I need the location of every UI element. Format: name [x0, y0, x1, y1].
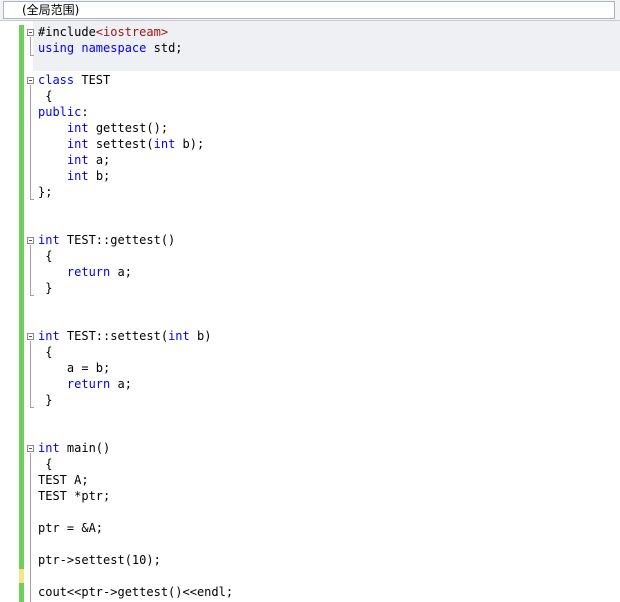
code-line: a = b;: [66, 361, 111, 375]
code-line: using namespace std;: [38, 41, 183, 55]
scope-bar: (全局范围): [0, 0, 620, 21]
scope-label: (全局范围): [22, 3, 80, 17]
code-line: };: [38, 185, 53, 199]
code-editor[interactable]: #include<iostream> using namespace std; …: [0, 21, 620, 602]
code-line: return a;: [66, 265, 132, 279]
code-line: {: [45, 345, 53, 359]
code-line: int a;: [66, 153, 111, 167]
code-line: int settest(int b);: [66, 137, 205, 151]
code-line: int gettest();: [66, 121, 169, 135]
code-line: TEST A;: [38, 473, 89, 487]
code-line: {: [45, 457, 53, 471]
code-line: cout<<ptr->gettest()<<endl;: [38, 585, 234, 599]
code-line: TEST *ptr;: [38, 489, 111, 503]
code-line: #include<iostream>: [38, 25, 169, 39]
code-line: }: [45, 393, 53, 407]
change-indicator-unsaved: [19, 569, 24, 583]
scope-dropdown[interactable]: (全局范围): [3, 1, 615, 19]
code-line: public:: [38, 105, 89, 119]
code-line: {: [45, 89, 53, 103]
code-line: }: [45, 281, 53, 295]
code-line: ptr = &A;: [38, 521, 104, 535]
code-line: int TEST::settest(int b): [38, 329, 212, 343]
code-line: return a;: [66, 377, 132, 391]
code-line: int b;: [66, 169, 111, 183]
code-line: int main(): [38, 441, 111, 455]
code-line: int TEST::gettest(): [38, 233, 176, 247]
code-line: ptr->settest(10);: [38, 553, 161, 567]
code-line: class TEST: [38, 73, 111, 87]
code-line: {: [45, 249, 53, 263]
